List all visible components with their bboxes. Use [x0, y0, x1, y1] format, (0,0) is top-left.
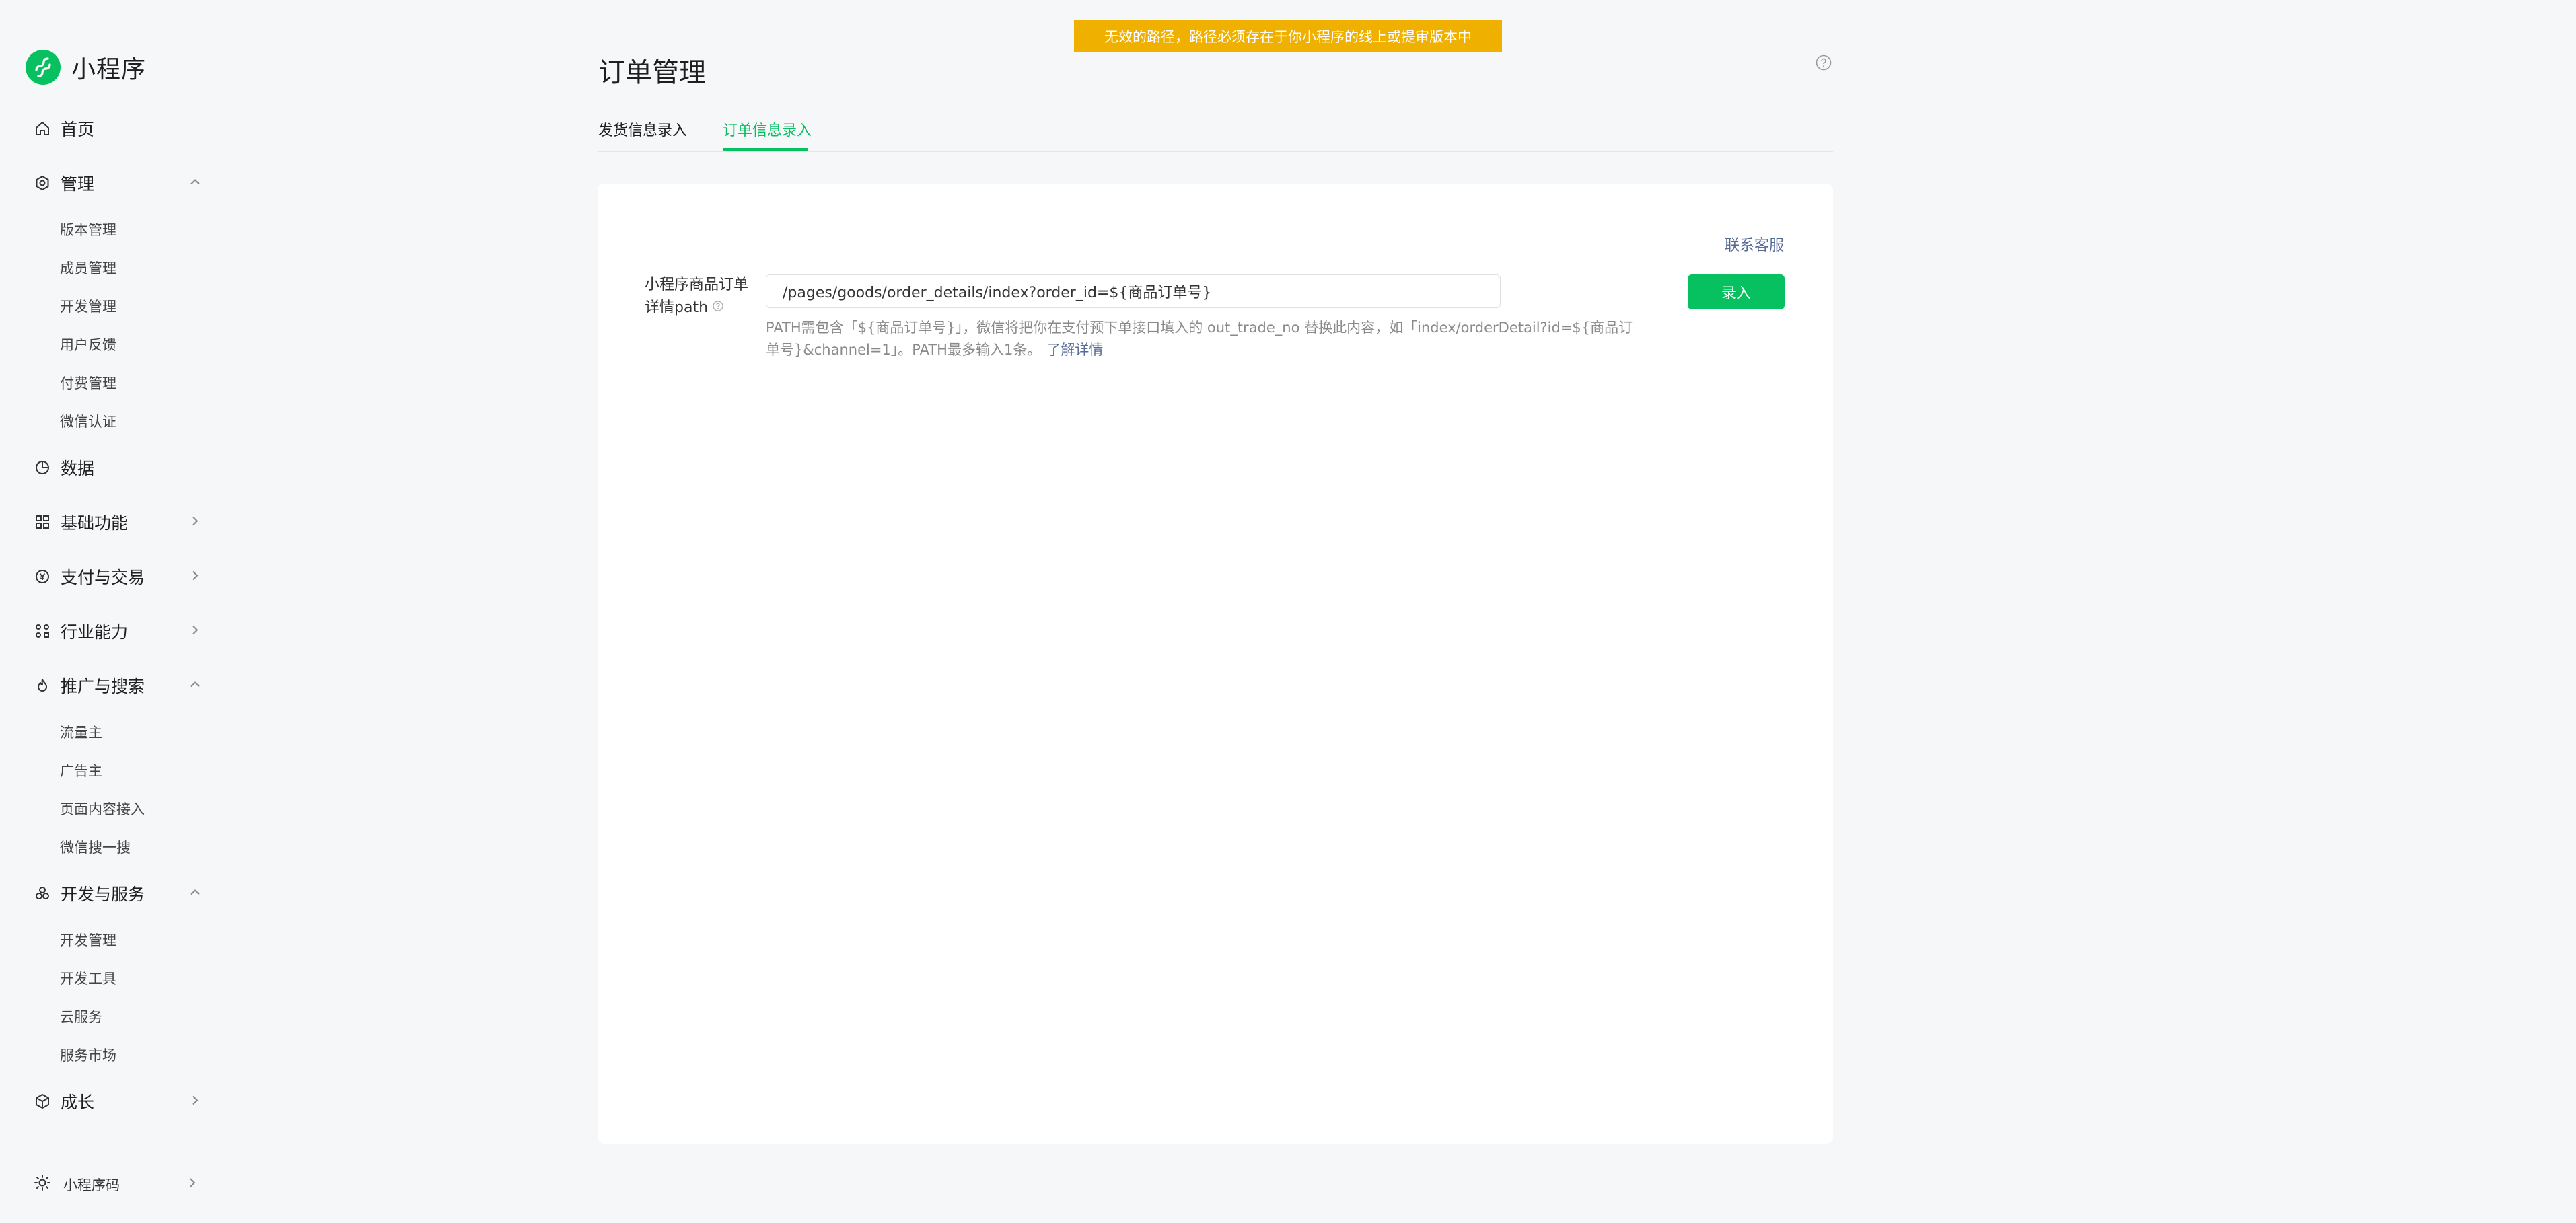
sidebar-item-dev-service[interactable]: 开发与服务 — [0, 866, 232, 920]
app-logo[interactable]: 小程序 — [26, 50, 146, 85]
chevron-up-icon — [188, 883, 202, 903]
sidebar-item-label: 数据 — [61, 458, 95, 478]
sidebar-subitem-verify[interactable]: 微信认证 — [0, 402, 232, 440]
sidebar-subitem-dev-management[interactable]: 开发管理 — [0, 920, 232, 959]
sidebar-item-label: 首页 — [61, 119, 95, 139]
sidebar-item-label: 支付与交易 — [61, 567, 145, 587]
growth-icon — [34, 1092, 51, 1110]
sidebar-subitem-billing[interactable]: 付费管理 — [0, 363, 232, 402]
sidebar-subitem-advertiser[interactable]: 广告主 — [0, 751, 232, 789]
sidebar-item-basic[interactable]: 基础功能 — [0, 494, 232, 549]
sidebar-item-pay[interactable]: 支付与交易 — [0, 549, 232, 603]
sidebar-item-label: 开发与服务 — [61, 884, 145, 904]
sidebar-item-data[interactable]: 数据 — [0, 440, 232, 494]
active-tab-indicator — [723, 148, 808, 151]
yuan-icon — [34, 568, 51, 585]
sidebar-item-manage[interactable]: 管理 — [0, 155, 232, 210]
sidebar-subitem-traffic-owner[interactable]: 流量主 — [0, 712, 232, 751]
sidebar-item-home[interactable]: 首页 — [0, 101, 232, 155]
error-banner: 无效的路径，路径必须存在于你小程序的线上或提审版本中 — [1074, 20, 1502, 52]
pie-chart-icon — [34, 459, 51, 476]
submit-button[interactable]: 录入 — [1688, 274, 1785, 309]
tab-bar: 发货信息录入 订单信息录入 — [598, 114, 1833, 152]
sidebar-subitem-cloud[interactable]: 云服务 — [0, 997, 232, 1035]
sun-icon — [34, 1174, 51, 1195]
sidebar-subitem-market[interactable]: 服务市场 — [0, 1035, 232, 1074]
path-hint: PATH需包含「${商品订单号}」，微信将把你在支付预下单接口填入的 out_t… — [766, 317, 1641, 361]
sidebar-subitem-version[interactable]: 版本管理 — [0, 210, 232, 248]
question-icon[interactable] — [712, 297, 724, 320]
dev-service-icon — [34, 885, 51, 902]
miniprogram-logo-icon — [26, 50, 61, 85]
sidebar-item-industry[interactable]: 行业能力 — [0, 603, 232, 658]
chevron-right-icon — [188, 566, 202, 586]
chevron-up-icon — [188, 675, 202, 695]
app-name: 小程序 — [71, 56, 147, 83]
sidebar-subitem-dev-manage[interactable]: 开发管理 — [0, 287, 232, 325]
page-title: 订单管理 — [598, 57, 706, 88]
sidebar: 小程序 首页 管理 版本管理 成员管理 开发管理 用户反馈 付费管理 微信认证 — [0, 0, 232, 1223]
sidebar-item-label: 小程序码 — [63, 1177, 120, 1193]
chevron-right-icon — [186, 1176, 199, 1193]
contact-support-link[interactable]: 联系客服 — [1725, 233, 1784, 255]
sidebar-item-label: 基础功能 — [61, 513, 129, 533]
tab-shipping-info[interactable]: 发货信息录入 — [598, 118, 687, 140]
sidebar-item-growth[interactable]: 成长 — [0, 1074, 232, 1128]
order-path-input[interactable] — [766, 274, 1501, 308]
sidebar-item-label: 成长 — [61, 1092, 95, 1112]
chevron-right-icon — [188, 1091, 202, 1111]
settings-icon — [34, 174, 51, 192]
chevron-up-icon — [188, 173, 202, 192]
sidebar-item-label: 推广与搜索 — [61, 676, 145, 696]
home-icon — [34, 120, 51, 137]
path-field-label: 小程序商品订单详情path — [645, 274, 752, 320]
path-field-label-text: 小程序商品订单详情path — [645, 276, 749, 316]
sidebar-subitem-members[interactable]: 成员管理 — [0, 248, 232, 287]
chevron-right-icon — [188, 512, 202, 531]
order-info-card: 联系客服 小程序商品订单详情path 录入 PATH需包含「${商品订单号}」，… — [598, 184, 1833, 1144]
sidebar-item-label: 行业能力 — [61, 622, 129, 642]
sidebar-item-qrcode[interactable]: 小程序码 — [34, 1174, 199, 1195]
flame-icon — [34, 677, 51, 694]
help-icon[interactable] — [1815, 54, 1832, 74]
sidebar-item-promo[interactable]: 推广与搜索 — [0, 658, 232, 712]
sidebar-subitem-feedback[interactable]: 用户反馈 — [0, 325, 232, 363]
industry-icon — [34, 622, 51, 640]
grid-icon — [34, 513, 51, 531]
sidebar-subitem-dev-tools[interactable]: 开发工具 — [0, 959, 232, 997]
learn-more-link[interactable]: 了解详情 — [1046, 342, 1103, 358]
path-hint-text: PATH需包含「${商品订单号}」，微信将把你在支付预下单接口填入的 out_t… — [766, 320, 1633, 358]
tab-order-info[interactable]: 订单信息录入 — [723, 118, 812, 140]
sidebar-nav: 首页 管理 版本管理 成员管理 开发管理 用户反馈 付费管理 微信认证 数据 基… — [0, 101, 232, 1128]
chevron-right-icon — [188, 621, 202, 640]
sidebar-subitem-page-content[interactable]: 页面内容接入 — [0, 789, 232, 827]
sidebar-subitem-wechat-search[interactable]: 微信搜一搜 — [0, 827, 232, 866]
sidebar-item-label: 管理 — [61, 174, 95, 194]
